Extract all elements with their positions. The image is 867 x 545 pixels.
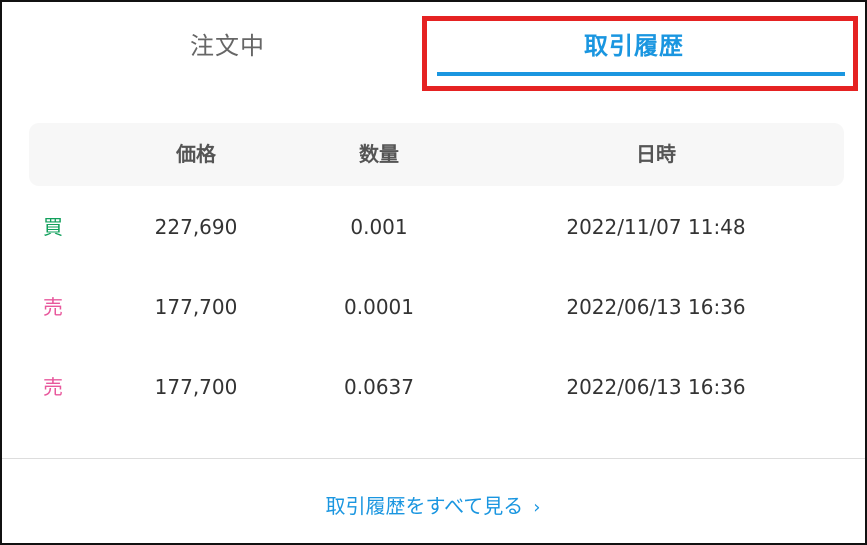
footer-divider xyxy=(2,458,865,459)
quantity-cell: 0.001 xyxy=(350,215,408,239)
trade-panel: 注文中 取引履歴 価格 数量 日時 買 227,690 0.001 2022/1… xyxy=(0,0,867,545)
header-quantity: 数量 xyxy=(359,142,399,166)
tab-bar: 注文中 取引履歴 xyxy=(2,2,865,102)
quantity-cell: 0.0637 xyxy=(344,375,414,399)
table-row: 買 227,690 0.001 2022/11/07 11:48 xyxy=(2,207,865,247)
table-row: 売 177,700 0.0001 2022/06/13 16:36 xyxy=(2,287,865,327)
highlight-annotation-box xyxy=(422,16,858,91)
header-price: 価格 xyxy=(176,142,216,166)
price-cell: 177,700 xyxy=(154,295,238,319)
datetime-cell: 2022/06/13 16:36 xyxy=(566,295,746,319)
tab-open-orders[interactable]: 注文中 xyxy=(190,26,265,61)
view-all-history-label: 取引履歴をすべて見る xyxy=(325,494,524,518)
side-label-sell: 売 xyxy=(43,295,63,319)
quantity-cell: 0.0001 xyxy=(344,295,414,319)
side-label-buy: 買 xyxy=(43,215,63,239)
table-header: 価格 数量 日時 xyxy=(29,123,844,186)
table-row: 売 177,700 0.0637 2022/06/13 16:36 xyxy=(2,367,865,407)
side-label-sell: 売 xyxy=(43,375,63,399)
view-all-history-link[interactable]: 取引履歴をすべて見る › xyxy=(325,490,540,519)
price-cell: 177,700 xyxy=(154,375,238,399)
price-cell: 227,690 xyxy=(154,215,238,239)
header-datetime: 日時 xyxy=(636,142,676,166)
datetime-cell: 2022/06/13 16:36 xyxy=(566,375,746,399)
datetime-cell: 2022/11/07 11:48 xyxy=(566,215,746,239)
chevron-right-icon: › xyxy=(533,497,541,518)
